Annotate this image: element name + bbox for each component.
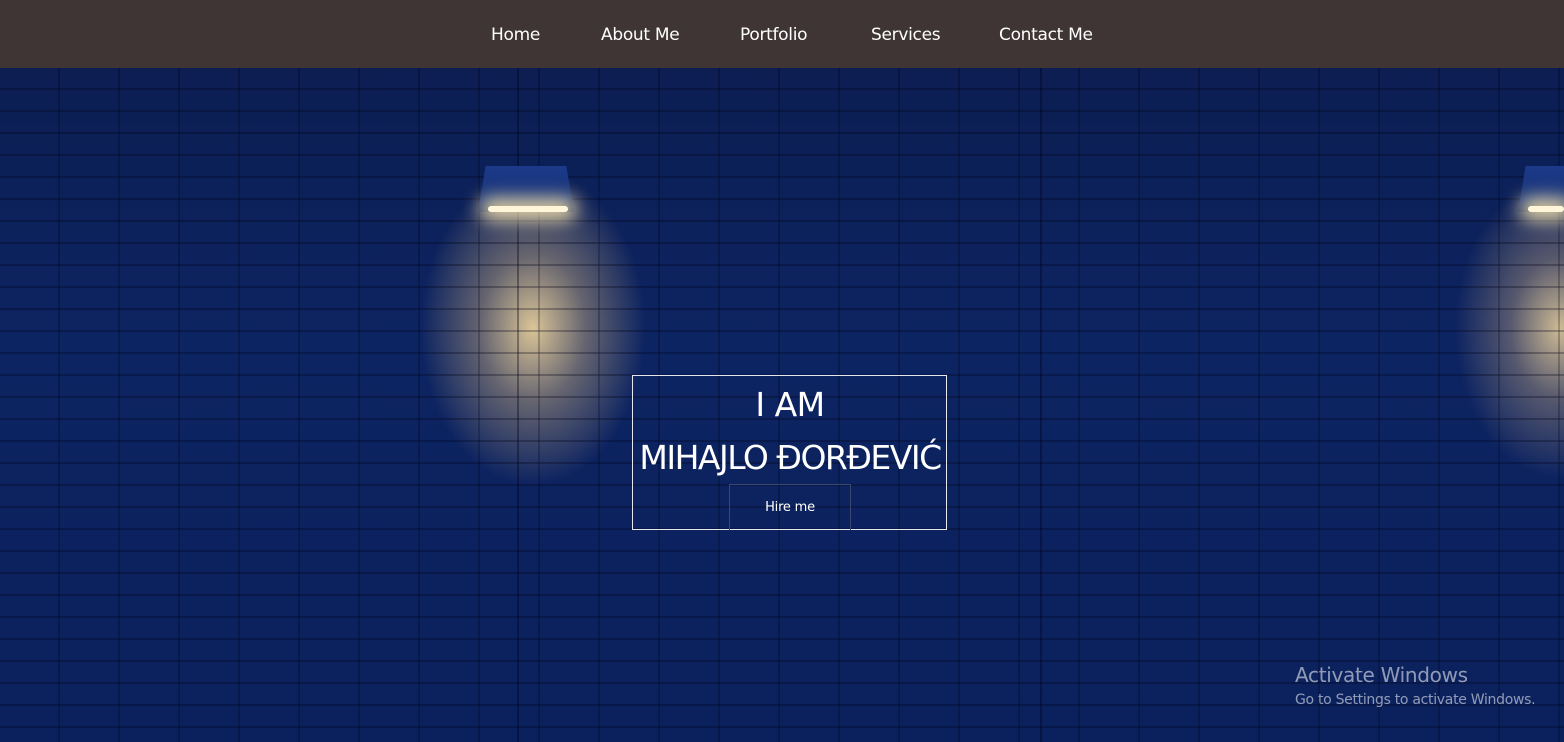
lamp-light-right bbox=[1528, 206, 1564, 212]
lamp-light-left bbox=[488, 206, 568, 212]
activate-windows-subtitle: Go to Settings to activate Windows. bbox=[1295, 692, 1536, 708]
nav-about-me-link[interactable]: About Me bbox=[601, 22, 680, 48]
nav-home-link[interactable]: Home bbox=[491, 22, 540, 48]
nav-services-link[interactable]: Services bbox=[871, 22, 941, 48]
hero-heading-line1: I AM bbox=[755, 385, 825, 424]
nav-portfolio-link[interactable]: Portfolio bbox=[740, 22, 808, 48]
activate-windows-title: Activate Windows bbox=[1295, 663, 1468, 687]
hero-heading-name: MIHAJLO ĐORĐEVIĆ bbox=[639, 438, 942, 477]
nav-contact-me-link[interactable]: Contact Me bbox=[999, 22, 1093, 48]
hire-me-button[interactable]: Hire me bbox=[729, 484, 851, 530]
top-navbar: Home About Me Portfolio Services Contact… bbox=[0, 0, 1564, 68]
